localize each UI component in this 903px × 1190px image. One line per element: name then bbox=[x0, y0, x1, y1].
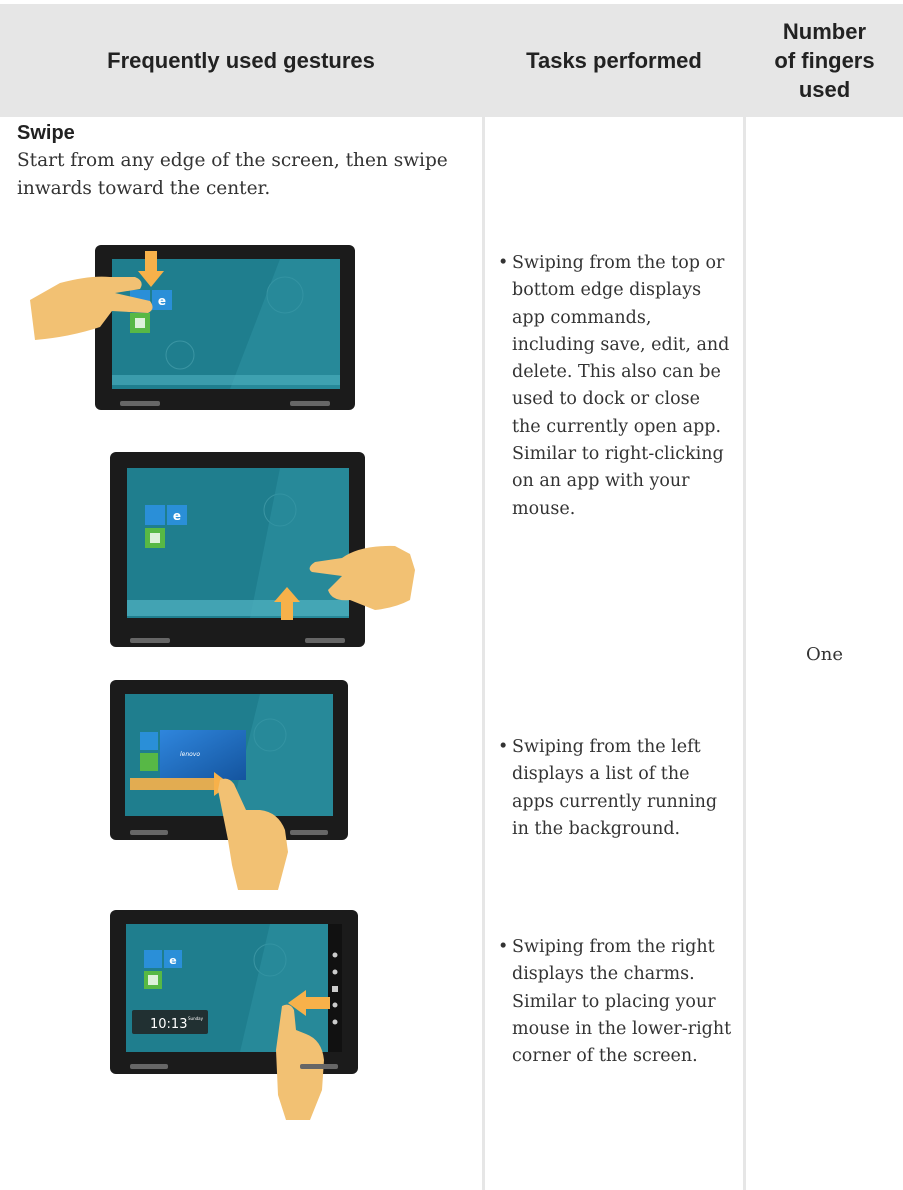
task-text: Swiping from the top or bottom edge disp… bbox=[512, 253, 730, 519]
svg-text:e: e bbox=[173, 509, 181, 523]
gesture-title: Swipe bbox=[17, 122, 75, 144]
task-description: • Swiping from the top or bottom edge di… bbox=[498, 250, 734, 523]
gesture-table-page: Frequently used gestures Tasks performed… bbox=[0, 0, 903, 1190]
clock-time: 10:13 bbox=[150, 1017, 187, 1032]
header-fingers-line1: Number bbox=[782, 19, 867, 44]
header-fingers-line2: of fingers bbox=[774, 48, 875, 73]
header-fingers-line3: used bbox=[798, 77, 851, 102]
task-text: Swiping from the left displays a list of… bbox=[512, 737, 718, 839]
bullet: • bbox=[498, 253, 509, 273]
task-text: Swiping from the right displays the char… bbox=[512, 937, 732, 1067]
lenovo-card-label: lenovo bbox=[180, 751, 200, 758]
tablet-swipe-right-illustration: e 10:13 Sunday bbox=[110, 910, 360, 1190]
column-divider bbox=[482, 4, 485, 1190]
tablet-swipe-left-illustration: lenovo bbox=[110, 680, 350, 890]
clock-day: Sunday bbox=[188, 1016, 204, 1021]
column-divider bbox=[743, 4, 746, 1190]
tablet-swipe-top-illustration: e bbox=[30, 245, 360, 415]
fingers-used-value: One bbox=[805, 644, 843, 665]
gesture-description: Start from any edge of the screen, then … bbox=[17, 150, 448, 199]
svg-text:e: e bbox=[169, 954, 176, 967]
header-fingers: Number of fingers used bbox=[746, 4, 903, 117]
header-tasks: Tasks performed bbox=[485, 4, 743, 117]
header-gestures: Frequently used gestures bbox=[0, 4, 482, 117]
tablet-swipe-bottom-illustration: e bbox=[110, 450, 415, 655]
bullet: • bbox=[498, 737, 509, 757]
task-description: • Swiping from the right displays the ch… bbox=[498, 934, 734, 1070]
task-description: • Swiping from the left displays a list … bbox=[498, 734, 734, 843]
svg-text:e: e bbox=[158, 294, 166, 308]
bullet: • bbox=[498, 937, 509, 957]
